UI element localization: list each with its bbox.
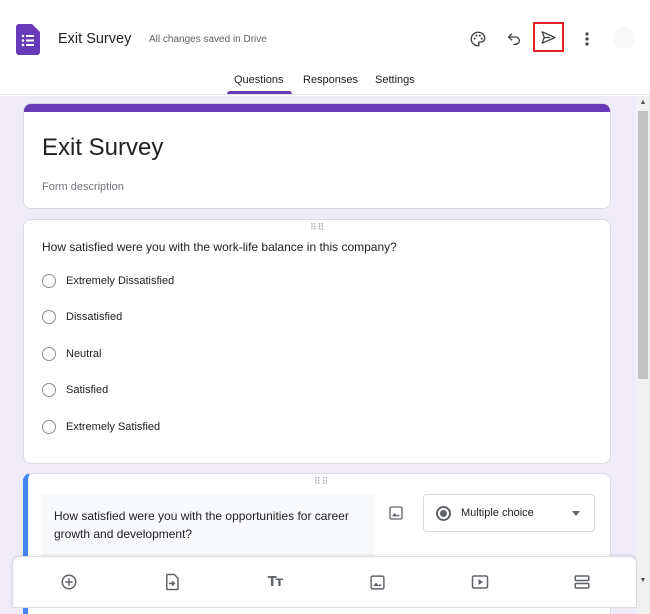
scroll-up-icon[interactable]: ▲ [638, 98, 648, 108]
scrollbar[interactable]: ▲ ▼ [636, 96, 650, 614]
form-title[interactable]: Exit Survey [42, 134, 163, 162]
undo-icon[interactable] [501, 26, 527, 52]
option-extremely-satisfied[interactable]: Extremely Satisfied [42, 419, 160, 435]
add-section-icon[interactable] [572, 572, 592, 592]
option-dissatisfied[interactable]: Dissatisfied [42, 309, 122, 325]
add-question-icon[interactable] [59, 572, 79, 592]
top-header: Exit Survey All changes saved in Drive Q… [0, 0, 650, 95]
form-title-card[interactable]: Exit Survey Form description [23, 103, 611, 209]
question-type-label: Multiple choice [461, 507, 534, 519]
question-card-1[interactable]: ⠿⠿ How satisfied were you with the work-… [23, 219, 611, 464]
add-title-icon[interactable]: Tт [265, 572, 285, 592]
tab-bar: Questions Responses Settings [0, 66, 650, 95]
tab-responses[interactable]: Responses [303, 74, 358, 86]
form-canvas: Exit Survey Form description ⠿⠿ How sati… [0, 96, 636, 614]
question-title: How satisfied were you with the opportun… [54, 509, 349, 541]
add-video-icon[interactable] [470, 572, 490, 592]
option-label: Dissatisfied [66, 311, 123, 323]
title-card-accent [24, 104, 610, 112]
form-name[interactable]: Exit Survey [58, 31, 131, 47]
tab-settings[interactable]: Settings [375, 74, 415, 86]
option-satisfied[interactable]: Satisfied [42, 382, 108, 398]
palette-icon[interactable] [465, 26, 491, 52]
active-tab-indicator [227, 91, 292, 94]
question-title[interactable]: How satisfied were you with the work-lif… [42, 240, 397, 254]
scroll-down-icon[interactable]: ▼ [638, 576, 648, 586]
send-icon [541, 30, 556, 44]
forms-icon[interactable] [16, 24, 40, 55]
option-extremely-dissatisfied[interactable]: Extremely Dissatisfied [42, 273, 174, 289]
option-label: Satisfied [66, 384, 109, 396]
add-image-icon[interactable] [367, 572, 387, 592]
radio-icon [42, 347, 56, 361]
send-button[interactable] [533, 22, 564, 52]
radio-icon [42, 274, 56, 288]
option-label: Extremely Satisfied [66, 421, 161, 433]
option-label: Neutral [66, 348, 102, 360]
radio-button-checked-icon [436, 506, 451, 521]
import-questions-icon[interactable] [162, 572, 182, 592]
question-type-dropdown[interactable]: Multiple choice [423, 494, 595, 532]
radio-icon [42, 383, 56, 397]
image-icon[interactable] [388, 505, 404, 521]
bottom-toolbar: Tт [12, 556, 637, 608]
drag-handle-icon[interactable]: ⠿⠿ [314, 477, 329, 486]
option-neutral[interactable]: Neutral [42, 346, 101, 362]
drag-handle-icon[interactable]: ⠿⠿ [310, 223, 325, 232]
scroll-thumb[interactable] [638, 111, 648, 379]
radio-icon [42, 310, 56, 324]
form-description-field[interactable]: Form description [42, 181, 124, 193]
dropdown-arrow-icon [572, 511, 580, 516]
radio-icon [42, 420, 56, 434]
avatar[interactable] [613, 27, 635, 49]
option-label: Extremely Dissatisfied [66, 275, 175, 287]
save-status: All changes saved in Drive [149, 34, 267, 45]
tab-questions[interactable]: Questions [234, 74, 284, 86]
more-vert-icon[interactable] [574, 26, 600, 52]
